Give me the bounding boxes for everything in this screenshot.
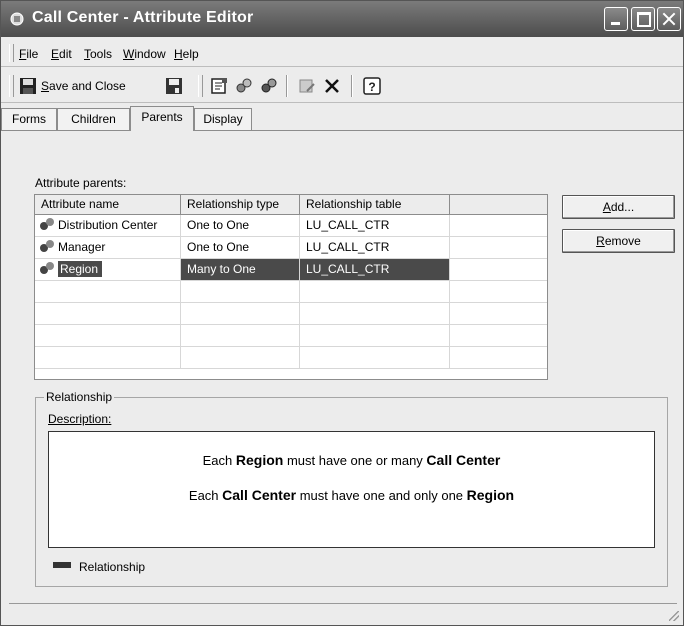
column-header-attribute-name[interactable]: Attribute name <box>35 195 181 214</box>
status-bar <box>9 603 677 624</box>
table-row-empty <box>35 303 547 325</box>
cell-relationship-table: LU_CALL_CTR <box>300 259 450 280</box>
toolbar-separator <box>286 75 288 97</box>
relationship-legend-label: Relationship <box>79 560 146 574</box>
attribute-name-text: Region <box>58 261 103 277</box>
description-line-1: Each Region must have one or many Call C… <box>49 452 654 468</box>
relationship-description-box: Each Region must have one or many Call C… <box>48 431 655 548</box>
properties-icon[interactable] <box>210 77 228 95</box>
toolbar-grip-2 <box>198 75 203 97</box>
cell-empty <box>181 303 300 324</box>
save-icon-2[interactable] <box>165 77 183 95</box>
attribute-icon <box>40 240 54 252</box>
toolbar-grip[interactable] <box>9 75 14 97</box>
app-icon <box>10 12 24 26</box>
cell-empty <box>35 281 181 302</box>
table-row-selected[interactable]: Region Many to One LU_CALL_CTR <box>35 259 547 281</box>
cell-relationship-table: LU_CALL_CTR <box>300 215 450 236</box>
maximize-button[interactable] <box>631 7 655 31</box>
save-and-close-button[interactable]: Save and Close <box>41 79 126 93</box>
desc-text: Each <box>188 488 223 503</box>
relationship-group: Relationship Description: Each Region mu… <box>35 390 668 587</box>
tab-forms[interactable]: Forms <box>1 108 57 130</box>
description-line-2: Each Call Center must have one and only … <box>49 487 654 503</box>
table-row-empty <box>35 325 547 347</box>
desc-child-name: Call Center <box>222 487 297 503</box>
cell-attribute-name: Distribution Center <box>35 215 181 236</box>
cell-empty <box>300 347 450 368</box>
cell-empty <box>181 347 300 368</box>
resize-grip[interactable] <box>669 611 679 621</box>
menu-edit[interactable]: Edit <box>51 47 72 61</box>
tab-display[interactable]: Display <box>194 108 252 130</box>
menu-file[interactable]: File <box>19 47 38 61</box>
title-bar[interactable]: Call Center - Attribute Editor <box>1 1 683 37</box>
cell-relationship-type: One to One <box>181 237 300 258</box>
remove-button[interactable]: Remove <box>562 229 675 253</box>
add-button[interactable]: Add... <box>562 195 675 219</box>
column-header-relationship-type[interactable]: Relationship type <box>181 195 300 214</box>
tab-strip: Forms Children Parents Display <box>1 106 683 131</box>
desc-text: Each <box>202 453 236 468</box>
cell-empty <box>181 325 300 346</box>
column-header-relationship-table[interactable]: Relationship table <box>300 195 450 214</box>
relationship-legend-swatch <box>53 562 71 568</box>
cell-relationship-type: Many to One <box>181 259 300 280</box>
cell-attribute-name: Region <box>35 259 181 280</box>
cell-empty <box>300 281 450 302</box>
cell-empty <box>35 325 181 346</box>
close-button[interactable] <box>657 7 681 31</box>
window-title: Call Center - Attribute Editor <box>32 9 254 26</box>
table-row[interactable]: Manager One to One LU_CALL_CTR <box>35 237 547 259</box>
menu-grip[interactable] <box>9 44 14 62</box>
table-row-empty <box>35 347 547 369</box>
cell-relationship-type: One to One <box>181 215 300 236</box>
desc-parent-name: Region <box>466 487 515 503</box>
tab-parents[interactable]: Parents <box>130 106 194 131</box>
attribute-editor-window: Call Center - Attribute Editor File Edit… <box>0 0 684 626</box>
table-row-empty <box>35 281 547 303</box>
desc-text: must have one or many <box>283 453 427 468</box>
svg-text:?: ? <box>368 80 375 94</box>
help-icon[interactable]: ? <box>363 77 381 95</box>
menu-bar: File Edit Tools Window Help <box>1 40 683 67</box>
description-label: Description: <box>48 412 111 426</box>
attribute-parents-grid[interactable]: Attribute name Relationship type Relatio… <box>34 194 548 380</box>
tab-children[interactable]: Children <box>57 108 130 130</box>
toolbar-separator-2 <box>351 75 353 97</box>
attribute-parent-icon[interactable] <box>235 77 253 95</box>
attribute-name-text: Distribution Center <box>58 218 158 232</box>
menu-help[interactable]: Help <box>174 47 199 61</box>
delete-icon[interactable] <box>323 77 341 95</box>
desc-child-name: Call Center <box>426 452 501 468</box>
column-header-empty <box>450 195 547 214</box>
cell-attribute-name: Manager <box>35 237 181 258</box>
toolbar: Save and Close ? <box>1 69 683 103</box>
description-label-text: Description: <box>48 412 112 426</box>
save-icon[interactable] <box>19 77 37 95</box>
desc-text: must have one and only one <box>296 488 467 503</box>
cell-empty <box>181 281 300 302</box>
attribute-parents-label: Attribute parents: <box>35 176 127 190</box>
cell-empty <box>35 347 181 368</box>
minimize-button[interactable] <box>604 7 628 31</box>
relationship-group-label: Relationship <box>44 390 115 404</box>
grid-header: Attribute name Relationship type Relatio… <box>35 195 547 215</box>
cell-empty <box>300 325 450 346</box>
menu-window[interactable]: Window <box>123 47 166 61</box>
attribute-child-icon[interactable] <box>260 77 278 95</box>
cell-empty <box>35 303 181 324</box>
cell-relationship-table: LU_CALL_CTR <box>300 237 450 258</box>
attribute-icon <box>40 218 54 230</box>
table-row[interactable]: Distribution Center One to One LU_CALL_C… <box>35 215 547 237</box>
menu-tools[interactable]: Tools <box>84 47 112 61</box>
edit-icon[interactable] <box>298 77 316 95</box>
cell-empty <box>300 303 450 324</box>
desc-parent-name: Region <box>235 452 284 468</box>
attribute-name-text: Manager <box>58 240 106 254</box>
attribute-icon <box>40 262 54 274</box>
